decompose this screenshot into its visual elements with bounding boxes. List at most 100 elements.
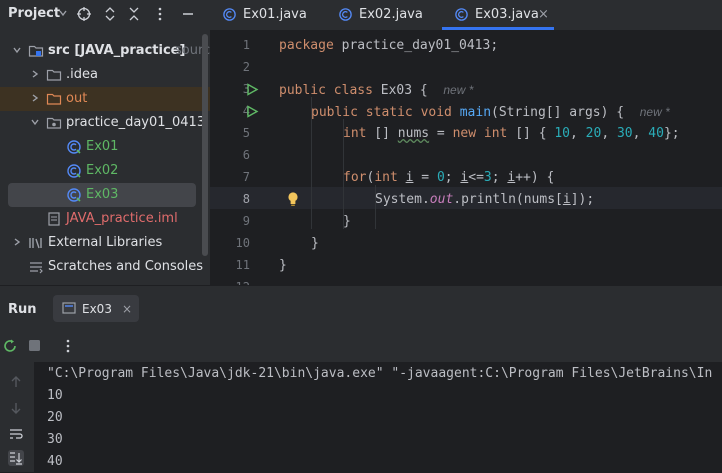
module-file-icon [48, 212, 60, 226]
tree-item-external-libraries[interactable]: External Libraries [8, 231, 198, 255]
java-class-icon [67, 164, 81, 178]
code-text: <= [468, 170, 484, 185]
tree-item-ex01[interactable]: Ex01 [8, 135, 198, 159]
code-text: System. [375, 192, 430, 207]
code-line-5: int [] nums = new int [] { 10, 20, 30, 4… [343, 126, 680, 141]
expand-all-icon[interactable] [102, 6, 118, 22]
tree-item-label: Scratches and Consoles [48, 259, 204, 274]
folder-icon [46, 69, 62, 81]
code-variable: nums [397, 126, 430, 141]
console-output-line: 20 [47, 410, 63, 425]
run-side-toolbar [0, 362, 34, 472]
code-text: } [343, 214, 351, 229]
code-number: 30 [616, 126, 633, 141]
code-text: (String[] args) { [491, 105, 625, 120]
line-number: 7 [242, 170, 250, 184]
code-editor[interactable]: 1 2 3 4 5 6 7 8 9 10 11 12 package pract… [210, 31, 722, 285]
package-icon [46, 117, 62, 129]
project-scrollbar[interactable] [202, 34, 208, 256]
code-static-field: out [429, 192, 454, 207]
code-line-10: } [311, 233, 319, 255]
library-icon [29, 238, 42, 249]
tree-item-label: Ex02 [86, 163, 119, 178]
line-number: 11 [235, 258, 250, 272]
console-command-line: "C:\Program Files\Java\jdk-21\bin\java.e… [47, 366, 713, 381]
tree-item-label: out [66, 91, 88, 106]
more-options-icon[interactable] [152, 6, 168, 22]
line-number: 12 [220, 280, 250, 285]
code-keyword: public static void [311, 105, 452, 120]
new-hint: new * [443, 83, 474, 97]
run-gutter-icon[interactable] [246, 83, 259, 96]
new-hint: new * [639, 105, 670, 119]
chevron-right-icon[interactable] [30, 93, 40, 103]
project-header: Project [0, 0, 210, 30]
code-text: } [279, 258, 287, 273]
tree-item-ex03[interactable]: Ex03 [8, 183, 196, 207]
tree-item-ex02[interactable]: Ex02 [8, 159, 198, 183]
tree-item-idea[interactable]: .idea [8, 63, 198, 87]
project-title[interactable]: Project [8, 6, 60, 21]
tree-item-label: External Libraries [48, 235, 163, 250]
code-number: 10 [554, 126, 571, 141]
code-line-1: package practice_day01_0413; [279, 35, 498, 57]
code-text: = [429, 126, 453, 141]
java-class-icon [455, 8, 468, 21]
lightbulb-icon[interactable] [286, 191, 300, 207]
run-config-icon [62, 302, 76, 314]
tree-item-label: Ex01 [86, 139, 119, 154]
tab-ex03[interactable]: Ex03.java × [454, 0, 566, 30]
chevron-right-icon[interactable] [12, 237, 22, 247]
code-text: = [413, 170, 437, 185]
chevron-down-icon[interactable] [12, 45, 22, 55]
code-text: Ex03 { [372, 83, 428, 98]
run-gutter-icon[interactable] [246, 105, 259, 118]
line-number-current: 8 [242, 192, 250, 206]
tree-item-src[interactable]: src [JAVA_practice] sourc [8, 39, 210, 63]
run-tab-label: Ex03 [82, 302, 112, 316]
chevron-down-icon[interactable] [30, 117, 40, 127]
tree-item-label: src [JAVA_practice] [48, 43, 186, 58]
excluded-folder-icon [46, 93, 62, 105]
locate-icon[interactable] [76, 6, 92, 22]
run-title[interactable]: Run [8, 302, 37, 317]
arrow-down-icon[interactable] [8, 400, 24, 416]
code-keyword: int [343, 126, 367, 141]
tree-item-package[interactable]: practice_day01_0413 [8, 111, 205, 135]
run-tab-close-button[interactable]: × [122, 302, 132, 316]
tab-ex01[interactable]: Ex01.java [222, 0, 322, 30]
code-text: ; [491, 170, 508, 185]
stop-icon[interactable] [28, 339, 41, 352]
code-keyword: for [343, 170, 367, 185]
chevron-right-icon[interactable] [30, 69, 40, 79]
tree-item-label: practice_day01_0413 [66, 115, 206, 130]
tab-ex02[interactable]: Ex02.java [338, 0, 438, 30]
tab-close-button[interactable]: × [538, 7, 549, 22]
java-class-icon [67, 188, 81, 202]
tree-item-iml[interactable]: JAVA_practice.iml [8, 207, 198, 231]
hide-panel-icon[interactable] [180, 6, 196, 22]
active-tab-indicator [442, 27, 554, 30]
line-number: 1 [242, 38, 250, 52]
code-keyword: package [279, 38, 334, 53]
tree-item-scratches[interactable]: Scratches and Consoles [8, 255, 203, 279]
rerun-icon[interactable] [2, 338, 18, 354]
code-line-7: for(int i = 0; i<=3; i++) { [343, 167, 554, 189]
chevron-down-icon[interactable] [58, 8, 68, 18]
soft-wrap-icon[interactable] [8, 426, 24, 442]
code-keyword: new int [452, 126, 508, 141]
code-text: [] { [507, 126, 555, 141]
code-text: } [311, 236, 319, 251]
arrow-up-icon[interactable] [8, 374, 24, 390]
scroll-to-end-icon[interactable] [8, 450, 24, 466]
collapse-all-icon[interactable] [126, 6, 142, 22]
line-number: 6 [242, 148, 250, 162]
code-line-4: public static void main(String[] args) {… [311, 101, 670, 123]
code-line-11: } [279, 255, 287, 277]
tree-item-label: JAVA_practice.iml [66, 211, 178, 226]
code-keyword: public class [279, 83, 373, 98]
scratches-icon [30, 262, 43, 274]
java-class-icon [339, 8, 352, 21]
tree-item-out[interactable]: out [0, 87, 210, 111]
more-options-icon[interactable] [60, 338, 76, 354]
